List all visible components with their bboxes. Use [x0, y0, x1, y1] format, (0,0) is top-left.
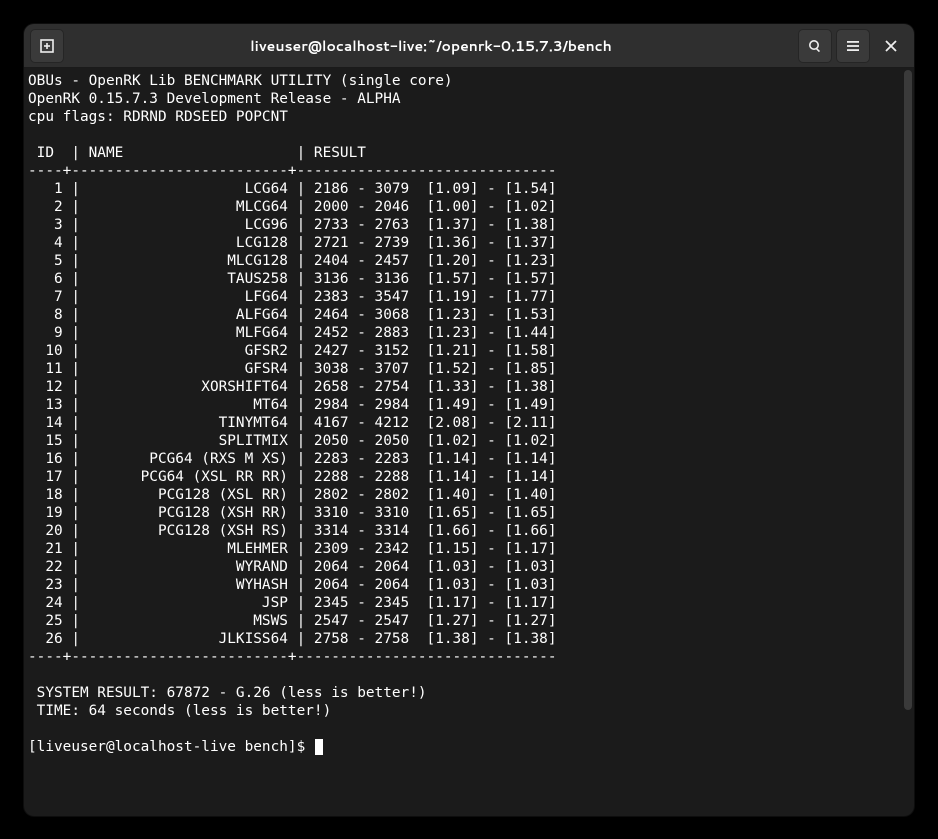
terminal-output[interactable]: OBUs - OpenRK Lib BENCHMARK UTILITY (sin…	[24, 68, 914, 816]
output-header-2: OpenRK 0.15.7.3 Development Release - AL…	[28, 91, 401, 107]
output-header-1: OBUs - OpenRK Lib BENCHMARK UTILITY (sin…	[28, 73, 453, 89]
cursor	[315, 739, 323, 755]
output-header-3: cpu flags: RDRND RDSEED POPCNT	[28, 109, 288, 125]
new-tab-icon	[39, 38, 55, 54]
table-header: ID | NAME | RESULT	[28, 145, 366, 161]
hamburger-icon	[845, 38, 861, 54]
new-tab-button[interactable]	[30, 29, 64, 63]
search-icon	[807, 38, 823, 54]
shell-prompt: [liveuser@localhost-live bench]$	[28, 739, 314, 755]
close-icon	[883, 38, 899, 54]
system-result: SYSTEM RESULT: 67872 - G.26 (less is bet…	[28, 685, 427, 701]
time-result: TIME: 64 seconds (less is better!)	[28, 703, 331, 719]
table-rows: 1 | LCG64 | 2186 - 3079 [1.09] - [1.54] …	[28, 181, 557, 647]
scrollbar[interactable]	[904, 70, 912, 710]
menu-button[interactable]	[836, 29, 870, 63]
search-button[interactable]	[798, 29, 832, 63]
table-separator: ----+-------------------------+---------…	[28, 163, 557, 179]
window-title: liveuser@localhost-live:~/openrk-0.15.7.…	[64, 36, 798, 56]
terminal-window: liveuser@localhost-live:~/openrk-0.15.7.…	[24, 24, 914, 816]
table-separator: ----+-------------------------+---------…	[28, 649, 557, 665]
titlebar: liveuser@localhost-live:~/openrk-0.15.7.…	[24, 24, 914, 68]
close-button[interactable]	[874, 29, 908, 63]
